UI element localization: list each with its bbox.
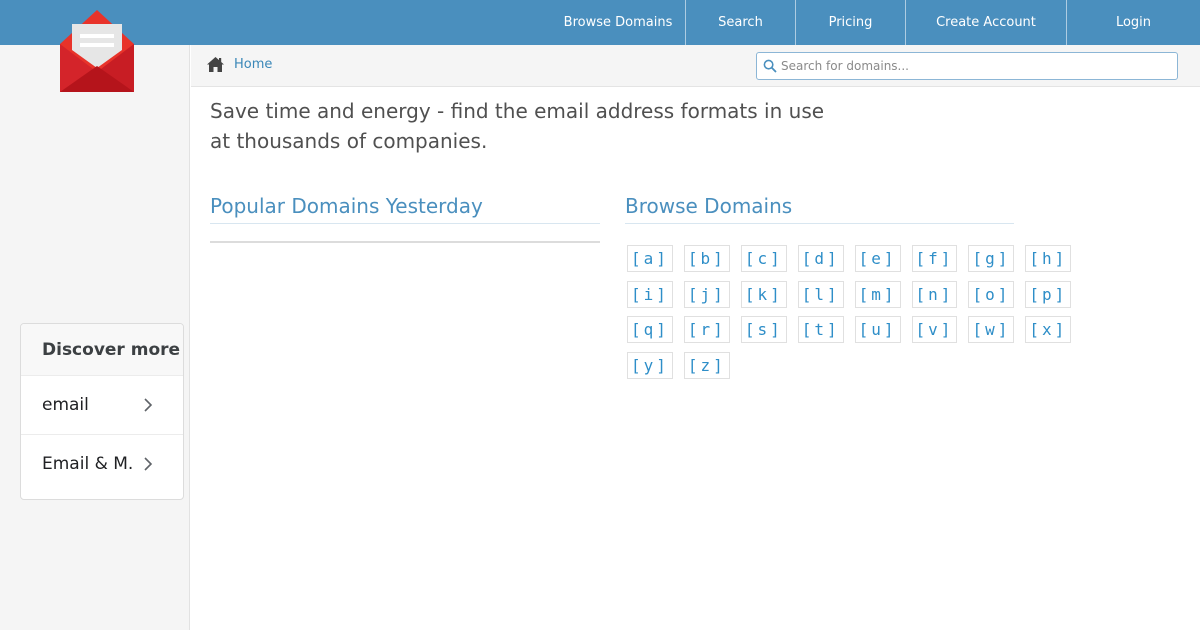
browse-letter-link[interactable]: [x]: [1025, 316, 1072, 343]
popular-domains-divider: [210, 241, 600, 243]
domain-search-box: [756, 52, 1178, 80]
browse-domains-title: Browse Domains: [625, 194, 1014, 224]
top-nav-bar: Browse Domains Search Pricing Create Accoun…: [0, 0, 1200, 45]
browse-letter-link[interactable]: [i]: [627, 280, 673, 308]
browse-letter-link[interactable]: [w]: [968, 316, 1015, 343]
letters-row: [q] [r] [s] [t] [u] [v] [w] [x]: [627, 316, 1072, 352]
letters-row: [i] [j] [k] [l] [m] [n] [o] [p]: [627, 280, 1072, 317]
browse-letter-link[interactable]: [z]: [683, 351, 730, 379]
nav-create-account[interactable]: Create Account: [905, 0, 1066, 45]
discover-item-email-marketing[interactable]: Email & M...: [21, 434, 183, 493]
browse-letter-link[interactable]: [u]: [854, 316, 901, 343]
browse-letter-link[interactable]: [y]: [627, 351, 673, 379]
discover-more-panel: Discover more email Email & M...: [20, 323, 184, 500]
discover-item-label: Email & M...: [42, 454, 134, 474]
browse-letter-link[interactable]: [p]: [1025, 280, 1072, 308]
browse-letter-link[interactable]: [m]: [854, 280, 901, 308]
page-tagline: Save time and energy - find the email ad…: [210, 99, 825, 153]
browse-letter-link[interactable]: [o]: [968, 280, 1015, 308]
nav-pricing[interactable]: Pricing: [795, 0, 905, 45]
chevron-right-icon: [144, 457, 153, 471]
letters-row: [a] [b] [c] [d] [e] [f] [g] [h]: [627, 245, 1072, 281]
browse-letter-link[interactable]: [d]: [797, 245, 844, 272]
breadcrumb-home-link[interactable]: Home: [234, 57, 272, 72]
browse-letter-link[interactable]: [f]: [911, 245, 958, 272]
home-icon[interactable]: [206, 56, 225, 73]
discover-item-label: email: [42, 395, 89, 415]
browse-letters-grid: [a] [b] [c] [d] [e] [f] [g] [h] [i] [j] [k] [l] [m][…: [627, 245, 1072, 388]
browse-letter-link[interactable]: [c]: [740, 245, 787, 272]
nav-browse-domains[interactable]: Browse Domains: [551, 0, 685, 45]
browse-letter-link[interactable]: [v]: [911, 316, 958, 343]
browse-letter-link[interactable]: [l]: [797, 280, 844, 308]
envelope-logo-icon[interactable]: [60, 10, 134, 94]
browse-letter-link[interactable]: [a]: [627, 245, 673, 272]
browse-letter-link[interactable]: [b]: [683, 245, 730, 272]
browse-letter-link[interactable]: [k]: [740, 280, 787, 308]
main-nav: Browse Domains Search Pricing Create Accoun…: [551, 0, 1200, 45]
browse-letter-link[interactable]: [t]: [797, 316, 844, 343]
browse-letter-link[interactable]: [s]: [740, 316, 787, 343]
browse-letter-link[interactable]: [h]: [1025, 245, 1072, 272]
search-icon: [763, 59, 777, 73]
browse-letter-link[interactable]: [e]: [854, 245, 901, 272]
breadcrumb-bar: Home: [191, 45, 1200, 87]
popular-domains-title: Popular Domains Yesterday: [210, 194, 600, 224]
browse-letter-link[interactable]: [r]: [683, 316, 730, 343]
browse-letter-link[interactable]: [g]: [968, 245, 1015, 272]
browse-letter-link[interactable]: [q]: [627, 316, 673, 343]
nav-search[interactable]: Search: [685, 0, 795, 45]
discover-more-title: Discover more: [21, 324, 183, 375]
domain-search-input[interactable]: [781, 53, 1171, 79]
chevron-right-icon: [144, 398, 153, 412]
discover-item-email[interactable]: email: [21, 375, 183, 434]
nav-login[interactable]: Login: [1066, 0, 1200, 45]
browse-letter-link[interactable]: [n]: [911, 280, 958, 308]
letters-row: [y] [z]: [627, 351, 1017, 388]
browse-letter-link[interactable]: [j]: [683, 280, 730, 308]
